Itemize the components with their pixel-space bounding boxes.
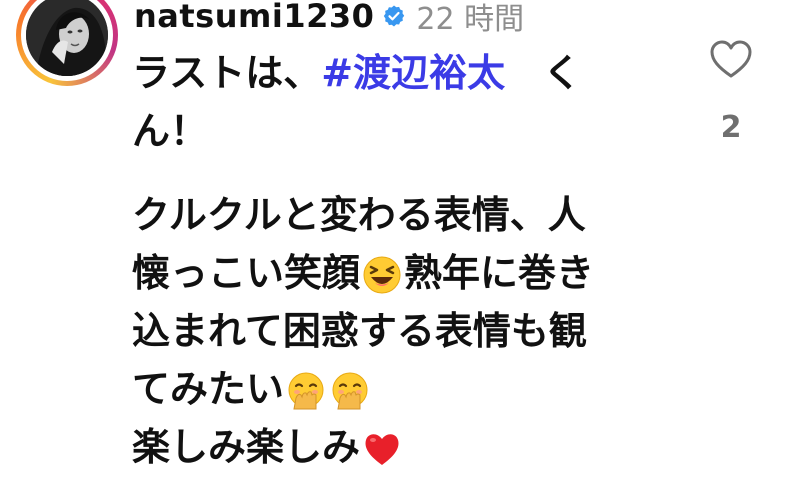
comment-segment: 熟年に巻き [404,251,595,295]
avatar-border [21,0,113,81]
username-link[interactable]: natsumi1230 [134,0,374,35]
comment-line: 込まれて困惑する表情も観 [132,309,587,353]
laughing-face-emoji [362,253,402,293]
comment-line: 懐っこい笑顔 熟年に巻き [132,244,652,302]
comment-segment: く [505,51,582,95]
comment-line: 楽しみ楽しみ [132,418,652,476]
like-count[interactable]: 2 [721,110,742,145]
face-with-hand-over-mouth-emoji [286,369,326,409]
comment-segment: てみたい [132,367,285,411]
comment-line: ラストは、#渡辺裕太 く [132,44,652,102]
comment-header: natsumi1230 22 時間 [134,0,524,38]
comment-segment: 懐っこい笑顔 [132,251,361,295]
avatar[interactable] [16,0,118,86]
comment-segment: ラストは、 [132,51,322,95]
profile-photo [26,0,108,76]
comment-segment: 楽しみ楽しみ [132,425,361,469]
comment-line: ん！ [132,109,209,153]
heart-outline-icon[interactable] [708,38,754,80]
hashtag-link[interactable]: #渡辺裕太 [321,51,505,95]
like-section: 2 [706,38,756,145]
comment-text: ラストは、#渡辺裕太 く ん！ クルクルと変わる表情、人 懐っこい笑顔 熟年に巻… [132,44,652,476]
verified-badge-icon [382,4,406,28]
timestamp: 22 時間 [416,2,525,37]
red-heart-emoji [362,427,402,467]
face-with-hand-over-mouth-emoji [330,369,370,409]
comment-line: クルクルと変わる表情、人 [132,193,586,237]
comment-line: てみたい [132,360,652,418]
